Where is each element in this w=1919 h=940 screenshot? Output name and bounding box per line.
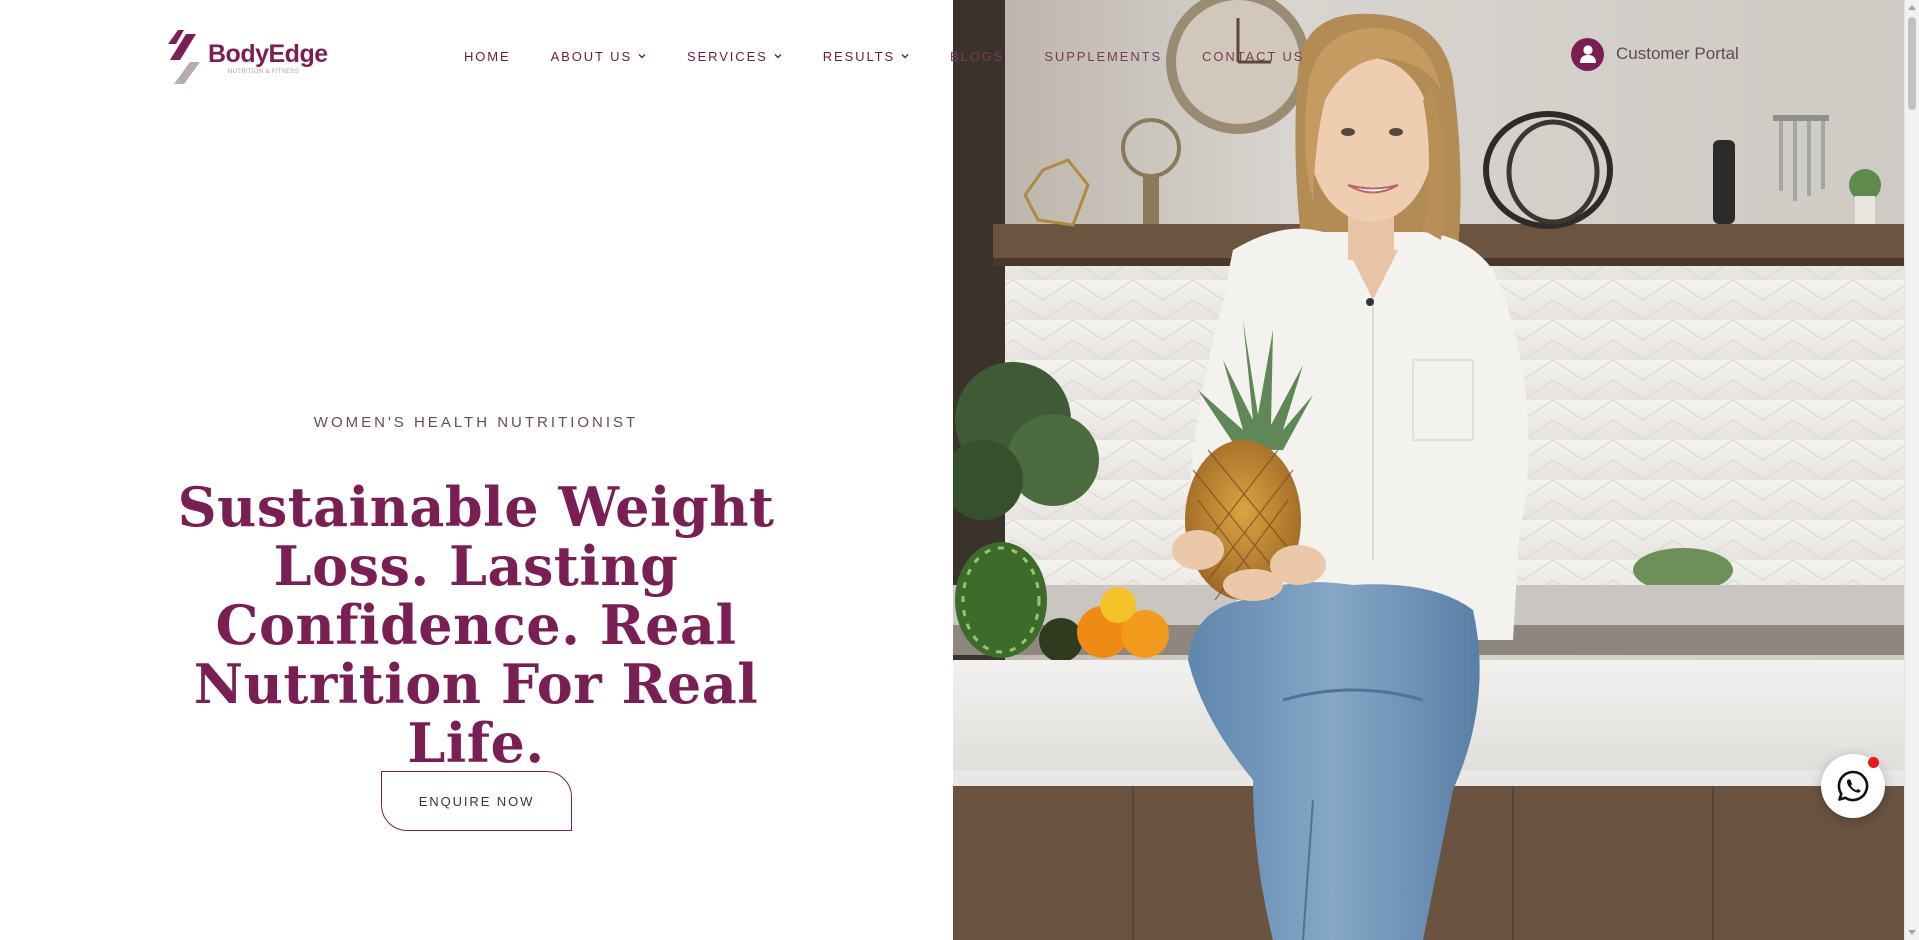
hero-headline: Sustainable Weight Loss. Lasting Confide… bbox=[140, 478, 812, 773]
whatsapp-chat-button[interactable] bbox=[1821, 754, 1885, 818]
headline-line: Loss. Lasting bbox=[273, 534, 679, 598]
scrollbar-thumb[interactable] bbox=[1908, 17, 1916, 110]
nav-about-us[interactable]: ABOUT US bbox=[551, 49, 647, 64]
nav-services-label: SERVICES bbox=[687, 48, 768, 64]
notification-dot bbox=[1868, 757, 1879, 768]
brand-name: BodyEdge bbox=[208, 40, 328, 68]
nav-services[interactable]: SERVICES bbox=[687, 49, 783, 64]
scroll-down-arrow-icon[interactable] bbox=[1908, 930, 1916, 935]
scroll-up-arrow-icon[interactable] bbox=[1908, 5, 1916, 10]
nav-blogs[interactable]: BLOGS bbox=[950, 49, 1004, 64]
logo-mark-icon bbox=[168, 30, 200, 84]
nav-contact-us[interactable]: CONTACT US bbox=[1202, 49, 1304, 64]
nav-blogs-label: BLOGS bbox=[950, 48, 1005, 64]
customer-portal-label: Customer Portal bbox=[1616, 44, 1739, 63]
nav-home-label: HOME bbox=[464, 48, 511, 64]
nav-home[interactable]: HOME bbox=[464, 49, 511, 64]
site-header: BodyEdge NUTRITION & FITNESS HOME ABOUT … bbox=[0, 0, 1904, 110]
hero-photo bbox=[953, 0, 1904, 940]
chevron-down-icon bbox=[773, 52, 783, 60]
nav-supplements[interactable]: SUPPLEMENTS bbox=[1044, 49, 1162, 64]
page-scrollbar[interactable] bbox=[1904, 0, 1919, 940]
homepage: BodyEdge NUTRITION & FITNESS HOME ABOUT … bbox=[0, 0, 1919, 940]
enquire-now-button[interactable]: ENQUIRE NOW bbox=[381, 771, 572, 831]
hero-eyebrow: WOMEN'S HEALTH NUTRITIONIST bbox=[313, 414, 639, 431]
nav-about-us-label: ABOUT US bbox=[550, 48, 633, 64]
nav-contact-us-label: CONTACT US bbox=[1202, 48, 1305, 64]
whatsapp-icon bbox=[1837, 770, 1869, 802]
brand-tagline: NUTRITION & FITNESS bbox=[228, 69, 300, 75]
nav-supplements-label: SUPPLEMENTS bbox=[1044, 48, 1163, 64]
headline-line: Sustainable Weight bbox=[177, 475, 775, 539]
nav-results-label: RESULTS bbox=[822, 48, 896, 64]
chevron-down-icon bbox=[637, 52, 647, 60]
customer-portal-link[interactable]: Customer Portal bbox=[1571, 37, 1739, 71]
headline-line: Nutrition For Real Life. bbox=[193, 652, 759, 775]
chevron-down-icon bbox=[900, 52, 910, 60]
user-icon bbox=[1571, 37, 1604, 71]
main-nav: HOME ABOUT US SERVICES RESULTS BLOGS SUP… bbox=[464, 47, 1344, 65]
brand-logo[interactable]: BodyEdge NUTRITION & FITNESS bbox=[166, 28, 328, 84]
headline-line: Confidence. Real bbox=[215, 593, 737, 657]
nav-results[interactable]: RESULTS bbox=[823, 49, 910, 64]
